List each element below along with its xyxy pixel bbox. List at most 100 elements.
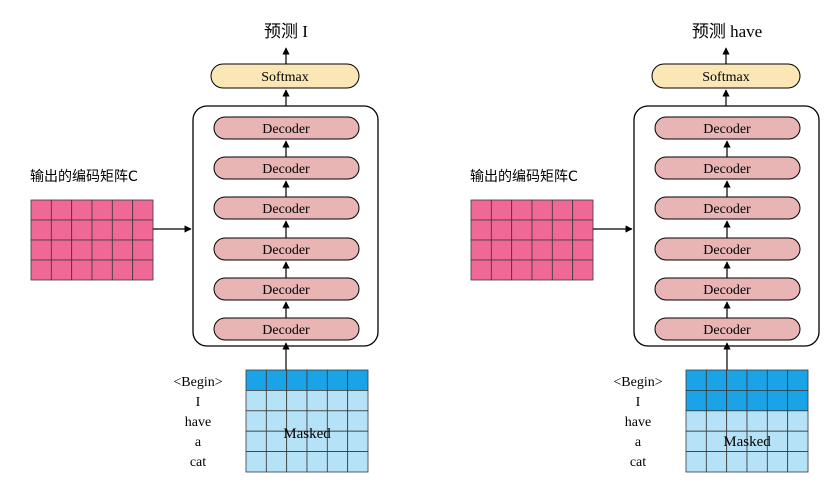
matrix-cell (511, 239, 533, 261)
matrix-cell (531, 259, 553, 281)
matrix-cell (787, 369, 809, 391)
matrix-cell (511, 219, 533, 241)
matrix-cell (705, 369, 728, 391)
matrix-cell (71, 219, 93, 241)
matrix-cell (470, 199, 492, 221)
input-token: a (635, 435, 642, 450)
matrix-cell (490, 259, 513, 281)
softmax-label: Softmax (261, 70, 308, 85)
matrix-cell (572, 259, 594, 281)
matrix-cell (111, 199, 134, 221)
matrix-cell (245, 369, 267, 391)
matrix-cell (531, 239, 553, 261)
matrix-cell (766, 451, 789, 473)
matrix-cell (347, 369, 369, 391)
decoder-label: Decoder (262, 283, 310, 298)
decoder-label: Decoder (703, 243, 751, 258)
matrix-cell (551, 259, 574, 281)
matrix-cell (50, 199, 73, 221)
decoder-block: Decoder (654, 196, 801, 220)
masked-input-matrix (245, 369, 369, 473)
matrix-cell (111, 239, 134, 261)
matrix-cell (511, 259, 533, 281)
matrix-cell (551, 239, 574, 261)
masked-label: Masked (723, 434, 771, 450)
matrix-cell (132, 219, 154, 241)
matrix-cell (787, 451, 809, 473)
input-token-list: <Begin> I have a cat (613, 375, 662, 470)
decoder-label: Decoder (262, 122, 310, 137)
matrix-cell (531, 219, 553, 241)
decoder-label: Decoder (703, 122, 751, 137)
input-token-list: <Begin> I have a cat (173, 375, 222, 470)
decoder-label: Decoder (703, 323, 751, 338)
matrix-cell (705, 410, 728, 432)
matrix-cell (490, 199, 513, 221)
softmax-box: Softmax (651, 63, 801, 89)
decoder-block: Decoder (213, 317, 360, 341)
matrix-cell (265, 389, 288, 412)
matrix-cell (347, 451, 369, 473)
matrix-cell (347, 430, 369, 453)
input-token: have (185, 415, 211, 430)
matrix-cell (787, 389, 809, 412)
matrix-cell (286, 389, 308, 412)
matrix-cell (746, 369, 768, 391)
input-token: <Begin> (173, 375, 222, 390)
matrix-cell (685, 369, 707, 391)
matrix-cell (50, 259, 73, 281)
matrix-cell (111, 259, 134, 281)
matrix-cell (685, 451, 707, 473)
prediction-label: 预测 have (692, 22, 762, 41)
decoder-block: Decoder (213, 277, 360, 301)
matrix-cell (572, 199, 594, 221)
matrix-cell (326, 389, 349, 412)
decoder-label: Decoder (262, 323, 310, 338)
matrix-cell (572, 219, 594, 241)
matrix-cell (746, 389, 768, 412)
matrix-cell (511, 199, 533, 221)
matrix-cell (30, 219, 52, 241)
matrix-cell (245, 430, 267, 453)
matrix-cell (490, 219, 513, 241)
input-token: I (196, 395, 201, 410)
matrix-cell (726, 451, 748, 473)
matrix-cell (265, 369, 288, 391)
matrix-cell (286, 451, 308, 473)
matrix-cell (71, 199, 93, 221)
masked-input-matrix (685, 369, 809, 473)
decoder-label: Decoder (703, 162, 751, 177)
matrix-cell (766, 389, 789, 412)
matrix-cell (787, 410, 809, 432)
matrix-cell (265, 451, 288, 473)
matrix-cell (30, 259, 52, 281)
encoder-matrix-c (470, 199, 594, 281)
decoder-block: Decoder (654, 116, 801, 140)
matrix-cell (490, 239, 513, 261)
matrix-cell (551, 199, 574, 221)
matrix-cell (726, 369, 748, 391)
matrix-cell (347, 389, 369, 412)
encoder-matrix-label: 输出的编码矩阵C (470, 169, 578, 185)
decoder-label: Decoder (262, 162, 310, 177)
panel-right: 预测 have Softmax Decoder Decoder Decoder … (470, 22, 820, 473)
matrix-cell (531, 199, 553, 221)
decoder-block: Decoder (213, 237, 360, 261)
matrix-cell (91, 219, 113, 241)
decoder-block: Decoder (654, 317, 801, 341)
decoder-block: Decoder (654, 237, 801, 261)
input-token: cat (630, 455, 646, 470)
masked-label: Masked (283, 426, 331, 442)
matrix-cell (347, 410, 369, 432)
panel-left: 预测 I Softmax Decoder Decoder Decoder Dec… (30, 22, 379, 473)
input-token: I (636, 395, 641, 410)
matrix-cell (705, 451, 728, 473)
decoder-block: Decoder (213, 156, 360, 180)
matrix-cell (50, 239, 73, 261)
matrix-cell (705, 389, 728, 412)
encoder-matrix-c (30, 199, 154, 281)
matrix-cell (306, 451, 328, 473)
matrix-cell (91, 199, 113, 221)
matrix-cell (470, 239, 492, 261)
matrix-cell (746, 451, 768, 473)
